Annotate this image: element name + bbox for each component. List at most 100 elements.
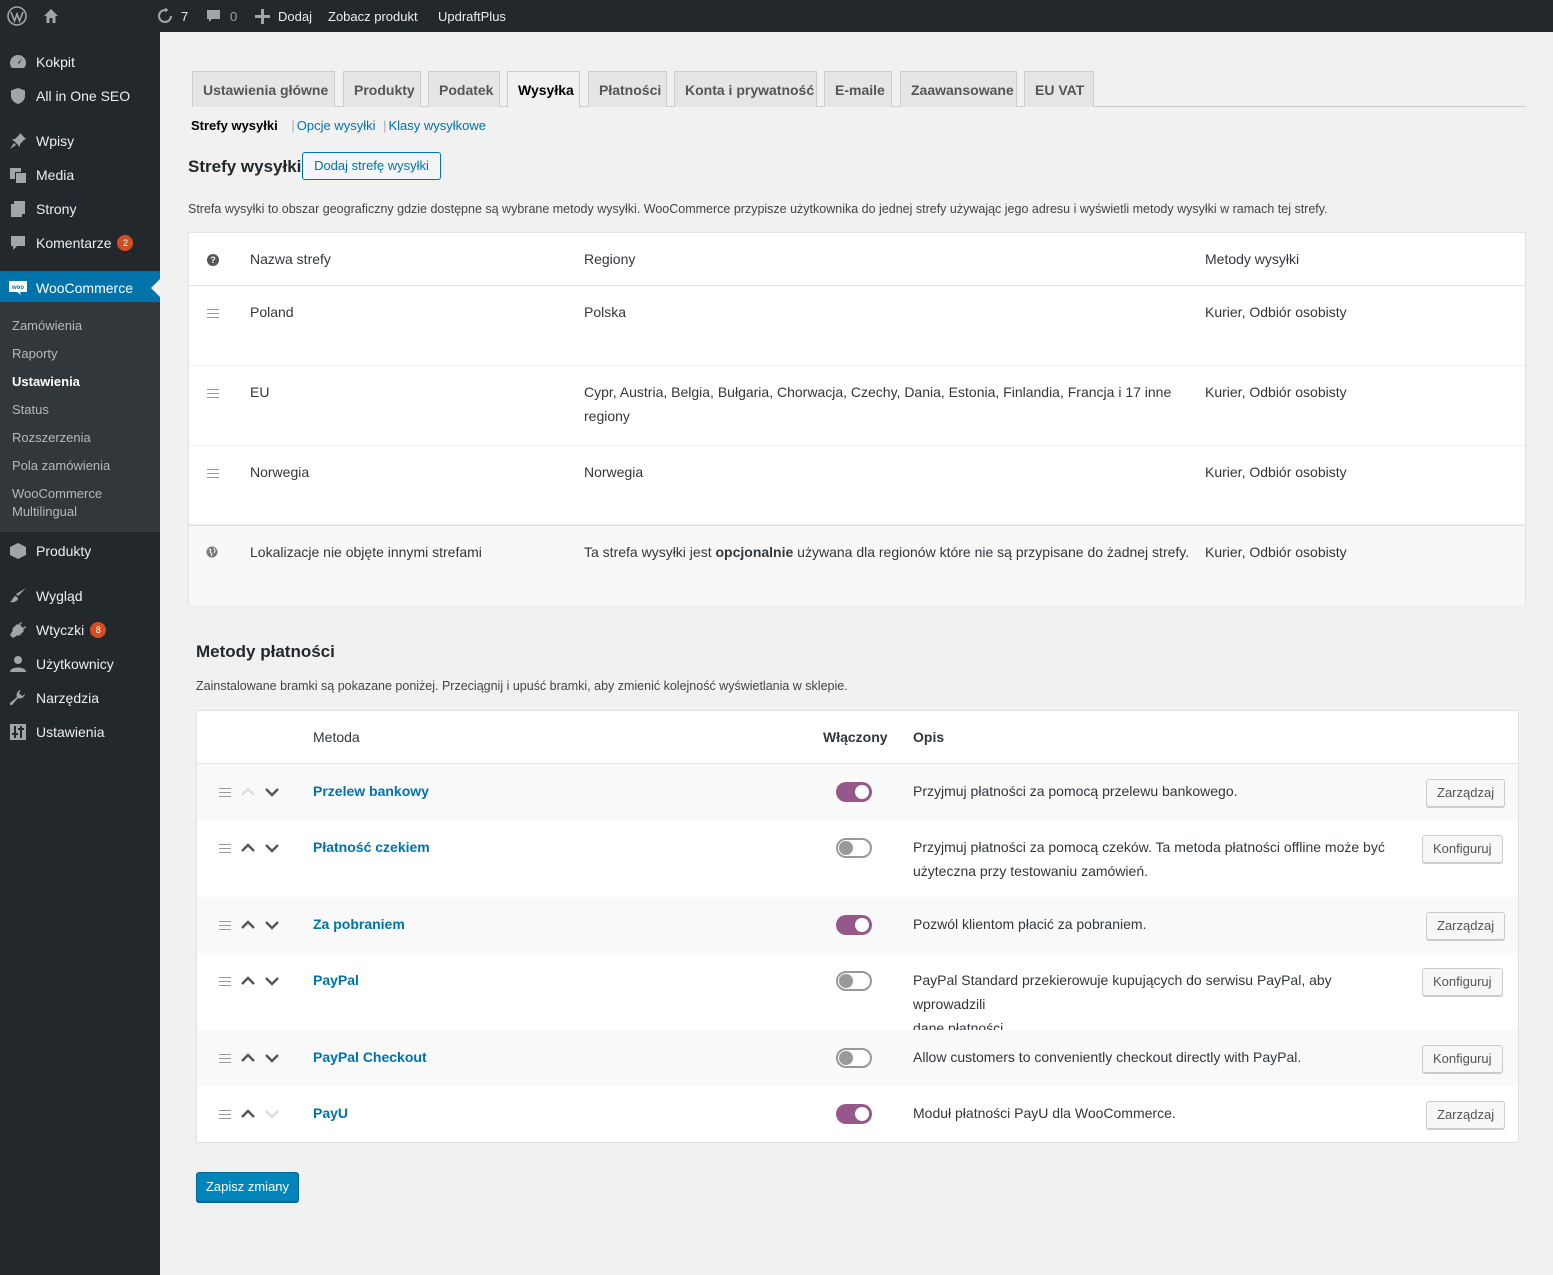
zone-regions-line: Cypr, Austria, Belgia, Bułgaria, Chorwac…: [584, 384, 1172, 400]
move-down-arrow-icon[interactable]: [264, 975, 280, 987]
comments-badge: 2: [117, 235, 134, 251]
new-content-link[interactable]: Dodaj: [255, 0, 312, 32]
drag-handle-icon[interactable]: [207, 469, 219, 481]
tab-eu-vat[interactable]: EU VAT: [1024, 71, 1094, 107]
payment-enabled-toggle[interactable]: [836, 1048, 872, 1068]
woocommerce-icon: woo: [0, 280, 36, 296]
menu-appearance[interactable]: Wygląd: [0, 579, 160, 613]
header-zone-name: Nazwa strefy: [250, 251, 331, 267]
menu-settings[interactable]: Ustawienia: [0, 715, 160, 749]
configure-button[interactable]: Konfiguruj: [1422, 835, 1503, 863]
move-up-arrow-icon[interactable]: [240, 1108, 256, 1120]
updates-link[interactable]: 7: [156, 0, 188, 32]
submenu-extensions[interactable]: Rozszerzenia: [12, 429, 91, 447]
move-down-arrow-icon[interactable]: [264, 842, 280, 854]
wordpress-logo-icon[interactable]: [7, 0, 29, 32]
payment-description-line: Allow customers to conveniently checkout…: [913, 1049, 1302, 1065]
subnav-separator: |: [291, 118, 295, 133]
menu-products[interactable]: Produkty: [0, 534, 160, 568]
move-down-arrow-icon[interactable]: [264, 1052, 280, 1064]
tab-advanced[interactable]: Zaawansowane: [900, 71, 1017, 107]
drag-handle-icon[interactable]: [207, 389, 219, 401]
submenu-orders[interactable]: Zamówienia: [12, 317, 82, 335]
zone-name-link[interactable]: Poland: [250, 300, 294, 324]
drag-handle-icon[interactable]: [219, 844, 231, 856]
updraftplus-link[interactable]: UpdraftPlus: [438, 0, 506, 32]
menu-woocommerce[interactable]: woo WooCommerce: [0, 271, 160, 305]
rest-zone-name-link[interactable]: Lokalizacje nie objęte innymi strefami: [250, 540, 482, 564]
drag-handle-icon[interactable]: [219, 921, 231, 933]
submenu-reports[interactable]: Raporty: [12, 345, 58, 363]
drag-handle-icon[interactable]: [219, 1110, 231, 1122]
help-icon[interactable]: ?: [207, 254, 219, 266]
subnav-shipping-zones[interactable]: Strefy wysyłki: [191, 118, 278, 133]
move-up-arrow-icon[interactable]: [240, 919, 256, 931]
zone-name-link[interactable]: EU: [250, 380, 269, 404]
menu-media[interactable]: Media: [0, 158, 160, 192]
manage-button[interactable]: Zarządzaj: [1426, 912, 1506, 940]
tab-payments[interactable]: Płatności: [588, 71, 667, 107]
subnav-shipping-options[interactable]: Opcje wysyłki: [297, 118, 376, 133]
manage-button[interactable]: Zarządzaj: [1426, 779, 1506, 807]
payment-name-link[interactable]: Za pobraniem: [313, 912, 405, 936]
drag-handle-icon[interactable]: [219, 788, 231, 800]
menu-posts[interactable]: Wpisy: [0, 124, 160, 158]
submenu-status[interactable]: Status: [12, 401, 49, 419]
tab-general[interactable]: Ustawienia główne: [192, 71, 335, 107]
payment-enabled-toggle[interactable]: [836, 915, 872, 935]
menu-users[interactable]: Użytkownicy: [0, 647, 160, 681]
payment-enabled-toggle[interactable]: [836, 971, 872, 991]
subnav-shipping-classes[interactable]: Klasy wysyłkowe: [389, 118, 487, 133]
rest-zone-desc-after: używana dla regionów które nie są przypi…: [793, 544, 1190, 560]
drag-handle-icon[interactable]: [207, 309, 219, 321]
comments-link[interactable]: 0: [205, 0, 237, 32]
add-shipping-zone-button[interactable]: Dodaj strefę wysyłki: [302, 152, 441, 180]
move-up-arrow-icon[interactable]: [240, 975, 256, 987]
drag-handle-icon[interactable]: [219, 977, 231, 989]
rest-zone-desc-before: Ta strefa wysyłki jest: [584, 544, 716, 560]
view-product-link[interactable]: Zobacz produkt: [328, 0, 418, 32]
move-down-arrow-icon[interactable]: [264, 919, 280, 931]
move-up-arrow-icon[interactable]: [240, 1052, 256, 1064]
admin-bar: 7 0 Dodaj Zobacz produkt UpdraftPlus: [0, 0, 1553, 32]
payment-methods-heading: Metody płatności: [196, 642, 335, 661]
menu-pages[interactable]: Strony: [0, 192, 160, 226]
submenu-settings[interactable]: Ustawienia: [12, 373, 80, 391]
menu-tools[interactable]: Narzędzia: [0, 681, 160, 715]
payment-name-link[interactable]: Przelew bankowy: [313, 779, 429, 803]
payment-enabled-toggle[interactable]: [836, 782, 872, 802]
home-icon[interactable]: [42, 0, 64, 32]
submenu-woocommerce-multilingual[interactable]: WooCommerce Multilingual: [12, 485, 122, 521]
settings-sliders-icon: [0, 723, 36, 741]
zone-regions-line: regiony: [584, 408, 630, 424]
menu-all-in-one-seo[interactable]: All in One SEO: [0, 79, 160, 113]
pushpin-icon: [0, 132, 36, 150]
drag-handle-icon[interactable]: [219, 1054, 231, 1066]
menu-dashboard[interactable]: Kokpit: [0, 45, 160, 79]
payment-name-link[interactable]: PayU: [313, 1101, 348, 1125]
tab-accounts-privacy[interactable]: Konta i prywatność: [674, 71, 817, 107]
menu-plugins[interactable]: Wtyczki 8: [0, 613, 160, 647]
zone-name-link[interactable]: Norwegia: [250, 460, 309, 484]
payment-name-link[interactable]: PayPal Checkout: [313, 1045, 427, 1069]
manage-button[interactable]: Zarządzaj: [1426, 1101, 1506, 1129]
media-icon: [0, 166, 36, 184]
tab-shipping[interactable]: Wysyłka: [507, 71, 580, 108]
payment-enabled-toggle[interactable]: [836, 838, 872, 858]
woocommerce-submenu: Zamówienia Raporty Ustawienia Status Roz…: [0, 302, 160, 532]
payment-description: Pozwól klientom płacić za pobraniem.: [913, 912, 1393, 936]
configure-button[interactable]: Konfiguruj: [1422, 968, 1503, 996]
payment-name-link[interactable]: Płatność czekiem: [313, 835, 430, 859]
save-changes-button[interactable]: Zapisz zmiany: [196, 1172, 299, 1202]
tab-tax[interactable]: Podatek: [428, 71, 500, 107]
new-label: Dodaj: [278, 8, 312, 24]
submenu-order-fields[interactable]: Pola zamówienia: [12, 457, 110, 475]
move-down-arrow-icon[interactable]: [264, 786, 280, 798]
menu-comments[interactable]: Komentarze 2: [0, 226, 160, 260]
payment-name-link[interactable]: PayPal: [313, 968, 359, 992]
payment-enabled-toggle[interactable]: [836, 1104, 872, 1124]
move-up-arrow-icon[interactable]: [240, 842, 256, 854]
configure-button[interactable]: Konfiguruj: [1422, 1045, 1503, 1073]
tab-emails[interactable]: E-maile: [824, 71, 892, 107]
tab-products[interactable]: Produkty: [343, 71, 421, 107]
